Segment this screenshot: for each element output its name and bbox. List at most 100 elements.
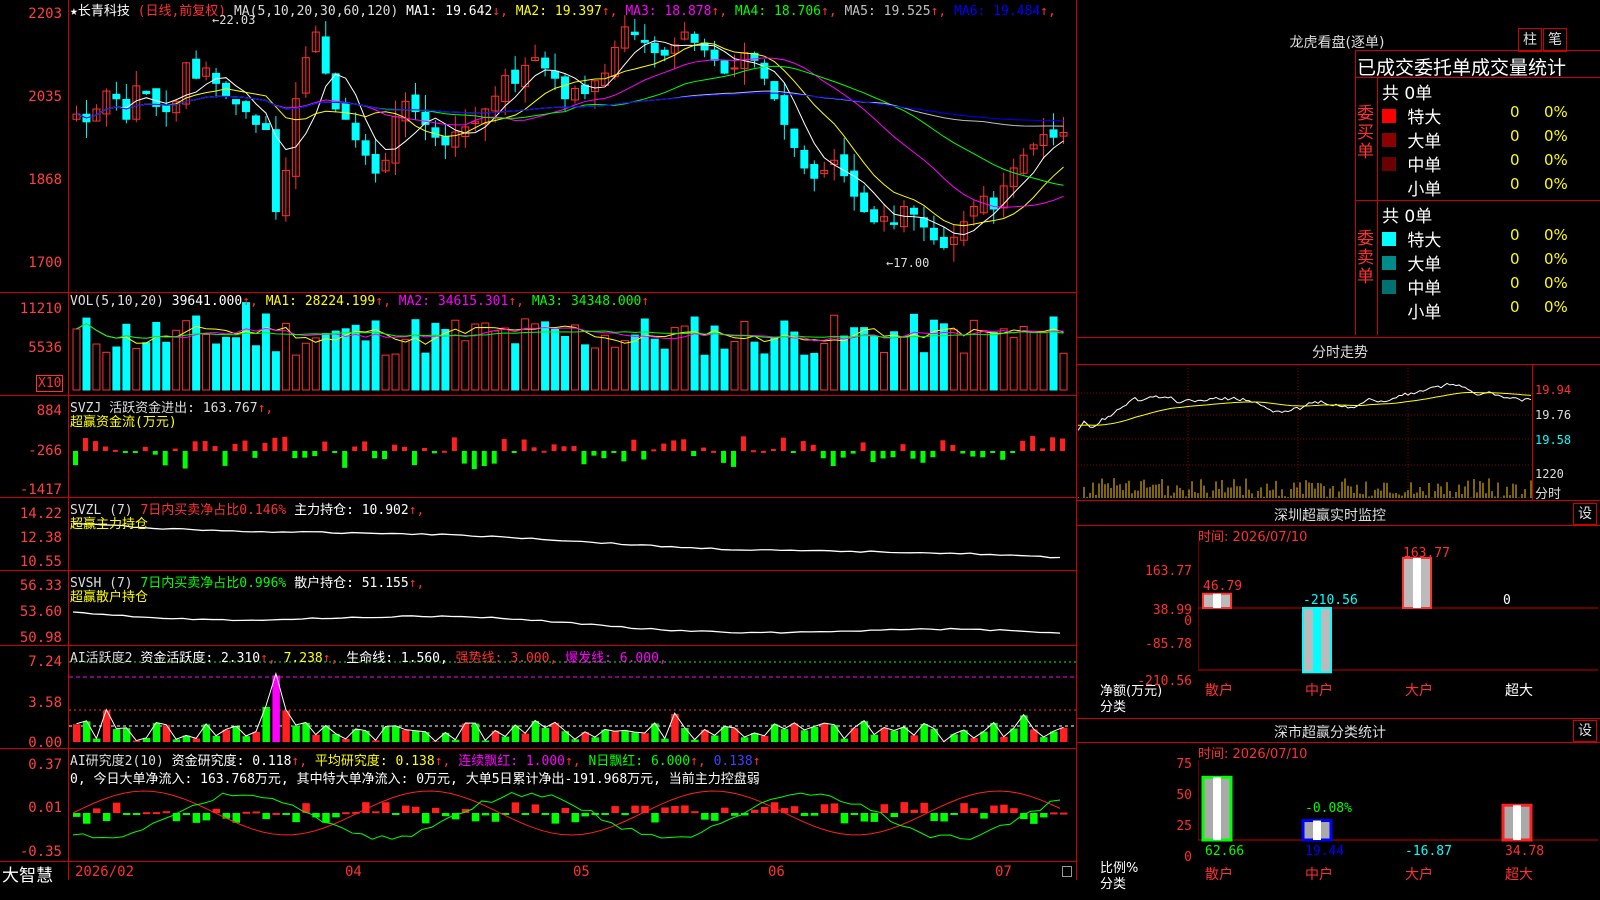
ai2-bar-60: [671, 805, 679, 813]
lock-icon[interactable]: [1062, 866, 1072, 877]
vol-bar-3: [102, 351, 111, 391]
ai2-bar-80: [870, 813, 879, 822]
sell-pct-1: 0%: [1544, 250, 1568, 268]
svzj-bar-86: [930, 451, 936, 458]
svzj-bar-41: [481, 451, 487, 467]
svzj-bar-2: [92, 441, 98, 451]
vol-bar-7: [142, 342, 151, 391]
ai1-bar-68: [750, 733, 759, 742]
vol-bar-0: [72, 328, 81, 391]
date-tick-0: 2026/02: [75, 864, 135, 880]
svzj-bar-62: [691, 451, 697, 456]
vol-bar-57: [640, 318, 649, 391]
vol-bar-19: [261, 313, 270, 391]
svzj-bar-56: [631, 439, 637, 451]
ai2-bar-2: [92, 808, 101, 813]
svzj-bar-47: [541, 450, 547, 453]
svzj-bar-87: [940, 440, 946, 451]
svzj-bar-50: [571, 446, 577, 451]
ai2-l1: AI研究度2(10): [70, 754, 164, 769]
ma-legend-6: MA6: 19.484: [946, 4, 1041, 19]
ss-settings-button[interactable]: 设: [1573, 720, 1597, 742]
ai1-bar-10: [172, 739, 181, 742]
candle-98: [1049, 129, 1058, 138]
svzj-bar-91: [980, 451, 986, 458]
svzj-bar-22: [292, 451, 298, 459]
ss-stat-chart[interactable]: +0.02% -0.08% 62.66 19.44 -16.87 34.78 散户 中户 大户 超…: [1198, 760, 1598, 900]
ai1-bar-29: [362, 730, 370, 742]
vol-bar-34: [411, 319, 420, 391]
vol-bar-30: [371, 320, 380, 391]
ss-bar-shine-0: [1213, 777, 1221, 840]
ai1-legend: AI活跃度2 资金活跃度: 2.310↑, 7.238↑, 生命线: 1.560…: [70, 651, 667, 666]
ai2-bar-62: [691, 811, 699, 814]
ai2-bar-17: [242, 811, 250, 814]
svzj-bar-93: [1000, 451, 1006, 460]
svzj-bar-27: [342, 451, 348, 468]
vol-bar-13: [202, 334, 211, 391]
buy-row-1: 大单 0 0%: [1382, 127, 1592, 152]
ai2-bar-22: [292, 813, 300, 823]
vol-bar-11: [182, 320, 191, 391]
ai2-bar-3: [102, 813, 111, 822]
stock-name: ★长青科技: [70, 4, 130, 19]
svzj-bar-79: [860, 442, 866, 451]
ai2-bar-44: [511, 802, 520, 813]
vol-bar-69: [760, 353, 769, 391]
intraday-title: 分时走势: [1312, 345, 1368, 361]
candle-34: [411, 94, 420, 113]
ai1-bar-43: [501, 736, 510, 742]
svzj-bar-17: [242, 440, 248, 451]
intraday-chart[interactable]: [1078, 365, 1532, 500]
column-view-button[interactable]: 柱: [1518, 28, 1542, 52]
candle-70: [770, 81, 779, 100]
ai2-bar-9: [162, 811, 171, 814]
ai1-bar-50: [571, 739, 579, 742]
vol-bar-89: [959, 352, 968, 391]
buy-value-3: 0: [1510, 175, 1520, 193]
ai1-bar-61: [681, 728, 689, 742]
vol-bar-96: [1029, 330, 1038, 391]
ai1-bar-12: [192, 738, 201, 742]
sell-pct-0: 0%: [1544, 226, 1568, 244]
svzj-bar-15: [222, 451, 228, 466]
vol-bar-99: [1059, 352, 1068, 391]
svzl-tick-2: 10.55: [19, 554, 62, 570]
sz-bar-shine-0: [1213, 593, 1221, 608]
vol-bar-23: [301, 342, 310, 391]
ai1-l5: 强势线: 3.000,: [455, 651, 558, 666]
svzj-bar-71: [780, 437, 786, 451]
svzj-bar-44: [511, 451, 517, 453]
sell-name-2: 中单: [1402, 279, 1442, 299]
tick-view-button[interactable]: 笔: [1543, 28, 1567, 52]
ai1-bar-82: [890, 730, 899, 742]
sz-tick-0: 163.77: [1145, 564, 1192, 579]
ai2-bar-13: [202, 813, 211, 821]
sz-monitor-chart[interactable]: 46.79 -210.56 163.77 0 散户 中户 大户 超大: [1198, 540, 1598, 710]
ss-cat-3: 超大: [1505, 867, 1533, 883]
ma-legend-2: MA2: 19.397: [507, 4, 602, 19]
sell-value-1: 0: [1510, 250, 1520, 268]
vol-bar-25: [321, 333, 330, 391]
svzj-subtitle: 超赢资金流(万元): [70, 415, 177, 430]
ss-cat-2: 大户: [1405, 866, 1433, 883]
svzj-bar-75: [820, 451, 826, 459]
ai1-bar-74: [810, 726, 819, 742]
price-chart[interactable]: [69, 0, 1076, 292]
ai2-bar-97: [1040, 813, 1048, 818]
vol-bar-16: [232, 337, 240, 391]
sz-settings-button[interactable]: 设: [1573, 503, 1597, 525]
ai2-bar-48: [551, 813, 560, 824]
buy-row-0: 特大 0 0%: [1382, 103, 1592, 128]
candle-74: [810, 164, 819, 179]
sell-row-0: 特大 0 0%: [1382, 226, 1592, 251]
ai1-bar-93: [1000, 736, 1008, 742]
ai1-bar-22: [292, 725, 300, 742]
sell-pct-3: 0%: [1544, 298, 1568, 316]
candle-77: [840, 154, 849, 177]
vol-bar-35: [421, 352, 430, 391]
ai2-bar-27: [342, 812, 350, 815]
buy-row-3: 小单 0 0%: [1382, 175, 1592, 200]
svzj-bar-97: [1040, 448, 1046, 451]
vol-bar-65: [720, 348, 729, 391]
